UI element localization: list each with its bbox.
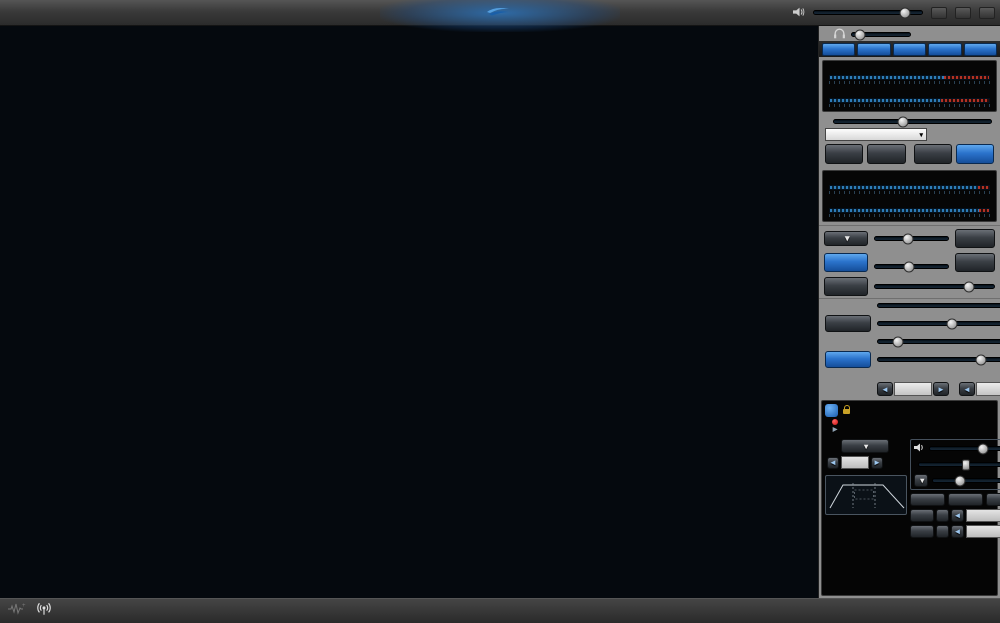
slice-letter-badge <box>825 404 838 417</box>
low-cut-down-button[interactable]: ◄ <box>877 382 893 396</box>
atu-button[interactable] <box>914 144 952 164</box>
waveform-plus-icon[interactable]: + <box>8 602 26 620</box>
nr-button[interactable] <box>948 493 983 506</box>
tx-profile-dropdown[interactable]: ▾ <box>825 128 927 141</box>
xit-value[interactable] <box>966 525 1000 538</box>
rit-button[interactable] <box>910 509 934 522</box>
vox-button[interactable] <box>825 315 871 332</box>
step-value[interactable] <box>841 456 869 469</box>
proc-button[interactable] <box>824 253 868 272</box>
dax-button[interactable] <box>955 253 995 272</box>
dexp-slider[interactable] <box>877 357 1000 362</box>
play-icon[interactable]: ▶ <box>833 427 838 433</box>
xit-button[interactable] <box>910 525 934 538</box>
rit-value[interactable] <box>966 509 1000 522</box>
am-carrier-slider[interactable] <box>877 303 1000 308</box>
lock-icon[interactable] <box>843 409 850 414</box>
svg-text:+: + <box>22 603 26 609</box>
agc-dropdown[interactable]: ▾ <box>914 474 928 487</box>
slice-pan-slider[interactable] <box>918 462 1000 467</box>
xit-zero-button[interactable] <box>936 525 949 538</box>
vox-level-slider[interactable] <box>877 321 1000 326</box>
vox-delay-slider[interactable] <box>877 339 1000 344</box>
title-bar <box>0 0 1000 26</box>
maximize-button[interactable] <box>955 7 971 19</box>
slice-volume-slider[interactable] <box>929 446 1000 451</box>
speaker-icon <box>914 443 925 454</box>
nb-button[interactable] <box>910 493 945 506</box>
rf-power-meter <box>829 66 990 84</box>
low-cut-stepper: ◄ ► <box>877 382 949 396</box>
rf-power-slider[interactable] <box>833 119 992 124</box>
acc-button[interactable] <box>955 229 995 248</box>
step-up-button[interactable]: ► <box>871 457 883 469</box>
status-bar: + <box>0 598 1000 623</box>
panadapter-stack <box>0 26 818 598</box>
tab-tx[interactable] <box>822 43 855 56</box>
dexp-button[interactable] <box>825 351 871 368</box>
antenna-icon[interactable] <box>36 602 52 621</box>
control-panel: ▾ <box>818 26 1000 598</box>
rit-zero-button[interactable] <box>936 509 949 522</box>
tab-pcw[interactable] <box>857 43 890 56</box>
step-down-button[interactable]: ◄ <box>827 457 839 469</box>
xit-down-button[interactable]: ◄ <box>951 525 964 538</box>
level-meter <box>829 176 990 194</box>
filter-shape-graph <box>825 475 907 515</box>
swr-meter <box>829 89 990 107</box>
master-volume-slider[interactable] <box>813 10 923 15</box>
minimize-button[interactable] <box>931 7 947 19</box>
anf-button[interactable] <box>986 493 1000 506</box>
proc-level-slider[interactable] <box>874 264 949 269</box>
low-cut-value[interactable] <box>894 382 932 396</box>
tx-tabs <box>819 41 1000 57</box>
tab-eq[interactable] <box>964 43 997 56</box>
agc-threshold-slider[interactable] <box>932 478 1000 483</box>
speaker-icon <box>793 4 805 22</box>
slice-audio-box: ▾ <box>910 439 1000 490</box>
mic-gain-slider[interactable] <box>874 236 949 241</box>
headphone-icon <box>833 28 846 41</box>
mox-button[interactable] <box>867 144 905 164</box>
high-cut-value[interactable] <box>976 382 1000 396</box>
tab-rx[interactable] <box>928 43 961 56</box>
mic-meters <box>822 170 997 222</box>
active-slice-panel: ▶ ▾ ◄ ► <box>821 400 998 596</box>
close-button[interactable] <box>979 7 995 19</box>
smartsdr-window: ▾ <box>0 0 1000 623</box>
monitor-level-slider[interactable] <box>874 284 995 289</box>
flexradio-swoosh-icon <box>486 6 510 20</box>
record-icon[interactable] <box>832 419 838 425</box>
tx-meters <box>822 60 997 112</box>
high-cut-stepper: ◄ ► <box>959 382 1000 396</box>
mon-button[interactable] <box>824 277 868 296</box>
mode-dropdown[interactable]: ▾ <box>841 439 889 453</box>
tune-button[interactable] <box>825 144 863 164</box>
compression-meter <box>829 199 990 217</box>
mic-source-dropdown[interactable]: ▾ <box>824 231 868 246</box>
rit-down-button[interactable]: ◄ <box>951 509 964 522</box>
high-cut-down-button[interactable]: ◄ <box>959 382 975 396</box>
byp-button[interactable] <box>956 144 994 164</box>
low-cut-up-button[interactable]: ► <box>933 382 949 396</box>
headphone-volume-slider[interactable] <box>851 32 911 37</box>
tab-phne[interactable] <box>893 43 926 56</box>
